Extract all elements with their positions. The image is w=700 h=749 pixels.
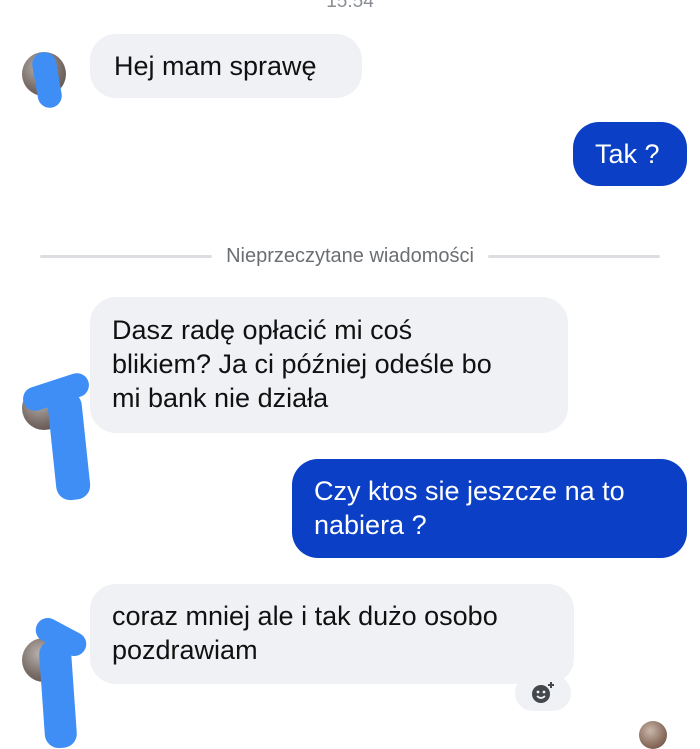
message-bubble-incoming[interactable]: Dasz radę opłacić mi coś blikiem? Ja ci … bbox=[90, 297, 568, 433]
message-text-line: Dasz radę opłacić mi coś bbox=[112, 315, 413, 345]
message-text-line: mi bank nie działa bbox=[112, 383, 329, 413]
unread-messages-divider: Nieprzeczytane wiadomości bbox=[40, 241, 661, 271]
divider-label: Nieprzeczytane wiadomości bbox=[226, 244, 474, 267]
message-text-line: pozdrawiam bbox=[112, 635, 258, 665]
divider-line bbox=[40, 254, 213, 258]
message-text: Hej mam sprawę bbox=[114, 51, 317, 81]
message-bubble-incoming[interactable]: Hej mam sprawę bbox=[90, 34, 362, 98]
add-reaction-button[interactable] bbox=[515, 675, 571, 711]
message-bubble-outgoing[interactable]: Czy ktos sie jeszcze na to nabiera ? bbox=[292, 459, 687, 558]
message-text-line: nabiera ? bbox=[314, 510, 427, 540]
message-timestamp: 15:54 bbox=[326, 0, 374, 12]
message-text-line: coraz mniej ale i tak dużo osobo bbox=[112, 601, 498, 631]
divider-line bbox=[487, 254, 661, 258]
message-text-line: Czy ktos sie jeszcze na to bbox=[314, 476, 625, 506]
message-text: Tak ? bbox=[595, 139, 660, 169]
read-receipt-avatar bbox=[639, 721, 667, 749]
redaction-mark bbox=[46, 390, 92, 502]
message-bubble-outgoing[interactable]: Tak ? bbox=[573, 122, 687, 186]
message-bubble-incoming[interactable]: coraz mniej ale i tak dużo osobo pozdraw… bbox=[90, 584, 574, 684]
message-text-line: blikiem? Ja ci później odeśle bo bbox=[112, 349, 492, 379]
add-reaction-icon bbox=[532, 682, 554, 703]
